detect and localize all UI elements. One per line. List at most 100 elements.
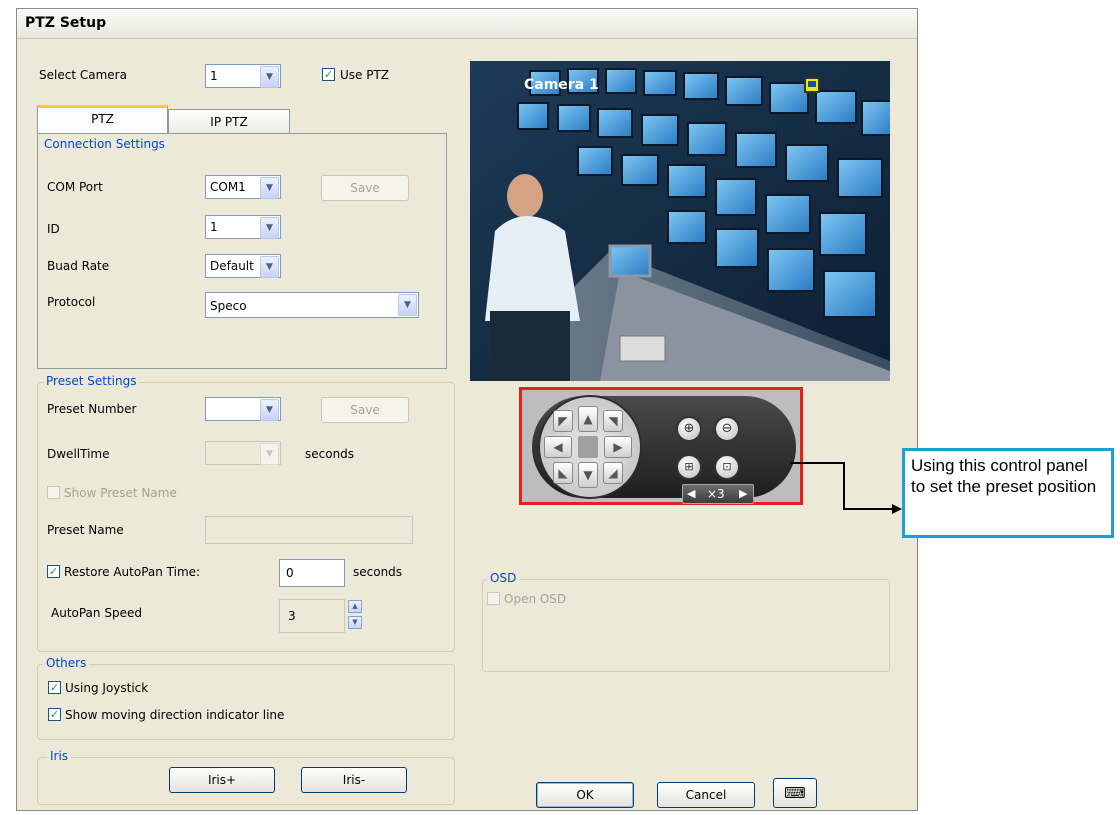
ptz-setup-window: PTZ Setup Select Camera 1 ▼ ✓ Use PTZ PT…	[16, 8, 918, 811]
preset-save-label: Save	[350, 403, 380, 417]
speed-down-button[interactable]: ▼	[348, 616, 362, 629]
chevron-down-icon: ▼	[260, 443, 279, 465]
callout-arrow	[790, 462, 902, 514]
connection-settings-group	[37, 133, 447, 369]
pan-right-button[interactable]: ▶	[604, 436, 632, 458]
surveillance-scene-image	[470, 61, 890, 381]
pan-up-button[interactable]: ▲	[578, 406, 598, 432]
camera-preview: Camera 1	[470, 61, 890, 381]
pan-up-left-button[interactable]: ◤	[553, 410, 573, 432]
autopan-speed-label: AutoPan Speed	[51, 606, 142, 620]
monitor-icon	[804, 77, 820, 93]
open-osd-checkbox[interactable]	[487, 592, 500, 605]
speed-decrease-icon[interactable]: ◀	[687, 487, 695, 500]
pan-center	[578, 436, 598, 458]
connection-save-label: Save	[350, 181, 380, 195]
speed-selector: ◀ ×3 ▶	[682, 484, 754, 504]
dwell-time-label: DwellTime	[47, 447, 110, 461]
iris-minus-button[interactable]: Iris-	[301, 767, 407, 793]
zoom-in-button[interactable]: ⊕	[676, 416, 702, 442]
iris-plus-button[interactable]: Iris+	[169, 767, 275, 793]
zoom-out-button[interactable]: ⊖	[714, 416, 740, 442]
com-port-dropdown[interactable]: COM1 ▼	[205, 175, 281, 199]
others-legend: Others	[43, 656, 90, 670]
tab-ptz-label: PTZ	[91, 112, 114, 126]
use-ptz-label: Use PTZ	[340, 68, 390, 82]
protocol-label: Protocol	[47, 295, 96, 309]
baud-rate-label: Buad Rate	[47, 259, 110, 273]
show-indicator-checkbox[interactable]: ✓	[48, 708, 61, 721]
pan-down-right-button[interactable]: ◢	[603, 462, 623, 484]
chevron-down-icon: ▼	[260, 256, 279, 278]
speed-up-button[interactable]: ▲	[348, 600, 362, 613]
cancel-button[interactable]: Cancel	[657, 782, 755, 808]
tab-ip-ptz-label: IP PTZ	[210, 115, 248, 129]
select-camera-dropdown[interactable]: 1 ▼	[205, 64, 281, 88]
restore-autopan-checkbox[interactable]: ✓	[47, 565, 60, 578]
camera-name-overlay: Camera 1	[524, 77, 599, 93]
restore-autopan-value: 0	[286, 566, 294, 580]
com-port-value: COM1	[210, 180, 246, 194]
baud-rate-dropdown[interactable]: Default ▼	[205, 254, 281, 278]
preset-number-dropdown[interactable]: ▼	[205, 397, 281, 421]
protocol-dropdown[interactable]: Speco ▼	[205, 292, 419, 318]
select-camera-label: Select Camera	[39, 68, 127, 82]
pan-down-button[interactable]: ▼	[578, 462, 598, 488]
chevron-down-icon: ▼	[398, 294, 417, 316]
iris-legend: Iris	[47, 749, 72, 763]
restore-autopan-label: Restore AutoPan Time:	[64, 565, 201, 579]
chevron-down-icon: ▼	[260, 66, 279, 88]
pan-down-left-button[interactable]: ◣	[553, 462, 573, 484]
protocol-value: Speco	[210, 299, 247, 313]
focus-near-button[interactable]: ⊞	[676, 454, 702, 480]
cancel-label: Cancel	[685, 788, 727, 802]
id-dropdown[interactable]: 1 ▼	[205, 215, 281, 239]
use-ptz-checkbox[interactable]: ✓	[322, 68, 335, 81]
callout-text: Using this control panel to set the pres…	[911, 456, 1097, 496]
using-joystick-label: Using Joystick	[65, 681, 149, 695]
tab-ip-ptz[interactable]: IP PTZ	[168, 109, 290, 133]
connection-settings-legend: Connection Settings	[41, 137, 168, 151]
osd-legend: OSD	[487, 571, 520, 585]
chevron-down-icon: ▼	[260, 399, 279, 421]
chevron-down-icon: ▼	[260, 217, 279, 239]
show-preset-name-checkbox[interactable]	[47, 486, 60, 499]
select-camera-value: 1	[210, 69, 218, 83]
using-joystick-checkbox[interactable]: ✓	[48, 681, 61, 694]
preset-number-label: Preset Number	[47, 402, 137, 416]
open-osd-label: Open OSD	[504, 592, 567, 606]
com-port-label: COM Port	[47, 180, 103, 194]
restore-autopan-input[interactable]: 0	[279, 559, 345, 587]
speed-level-value: ×3	[707, 487, 725, 501]
pan-up-right-button[interactable]: ◥	[603, 410, 623, 432]
focus-far-button[interactable]: ⊡	[714, 454, 740, 480]
iris-minus-label: Iris-	[342, 773, 366, 787]
preset-name-label: Preset Name	[47, 523, 124, 537]
dwell-time-dropdown[interactable]: ▼	[205, 441, 281, 465]
chevron-down-icon: ▼	[260, 177, 279, 199]
restore-autopan-unit: seconds	[353, 565, 403, 579]
others-group	[37, 664, 455, 740]
show-preset-name-label: Show Preset Name	[64, 486, 177, 500]
ok-button[interactable]: OK	[536, 782, 634, 808]
id-label: ID	[47, 222, 60, 236]
keyboard-icon: ⌨	[784, 784, 806, 802]
title-bar[interactable]: PTZ Setup	[17, 9, 917, 39]
tab-ptz[interactable]: PTZ	[37, 105, 168, 133]
ok-label: OK	[576, 788, 594, 802]
preset-save-button[interactable]: Save	[321, 397, 409, 423]
id-value: 1	[210, 220, 218, 234]
connection-save-button[interactable]: Save	[321, 175, 409, 201]
preset-settings-legend: Preset Settings	[43, 374, 140, 388]
callout-box: Using this control panel to set the pres…	[902, 448, 1114, 538]
show-indicator-label: Show moving direction indicator line	[65, 708, 285, 722]
ptz-control-panel: ◤ ▲ ◥ ◀ ▶ ◣ ▼ ◢ ⊕ ⊖ ⊞ ⊡ ◀ ×3 ▶	[519, 387, 803, 505]
autopan-speed-input[interactable]: 3	[279, 599, 345, 633]
monitor-screen	[808, 81, 816, 87]
keyboard-button[interactable]: ⌨	[773, 778, 817, 808]
window-title: PTZ Setup	[25, 15, 107, 31]
preset-name-input[interactable]	[205, 516, 413, 544]
speed-increase-icon[interactable]: ▶	[739, 487, 747, 500]
pan-left-button[interactable]: ◀	[544, 436, 572, 458]
iris-plus-label: Iris+	[207, 773, 237, 787]
